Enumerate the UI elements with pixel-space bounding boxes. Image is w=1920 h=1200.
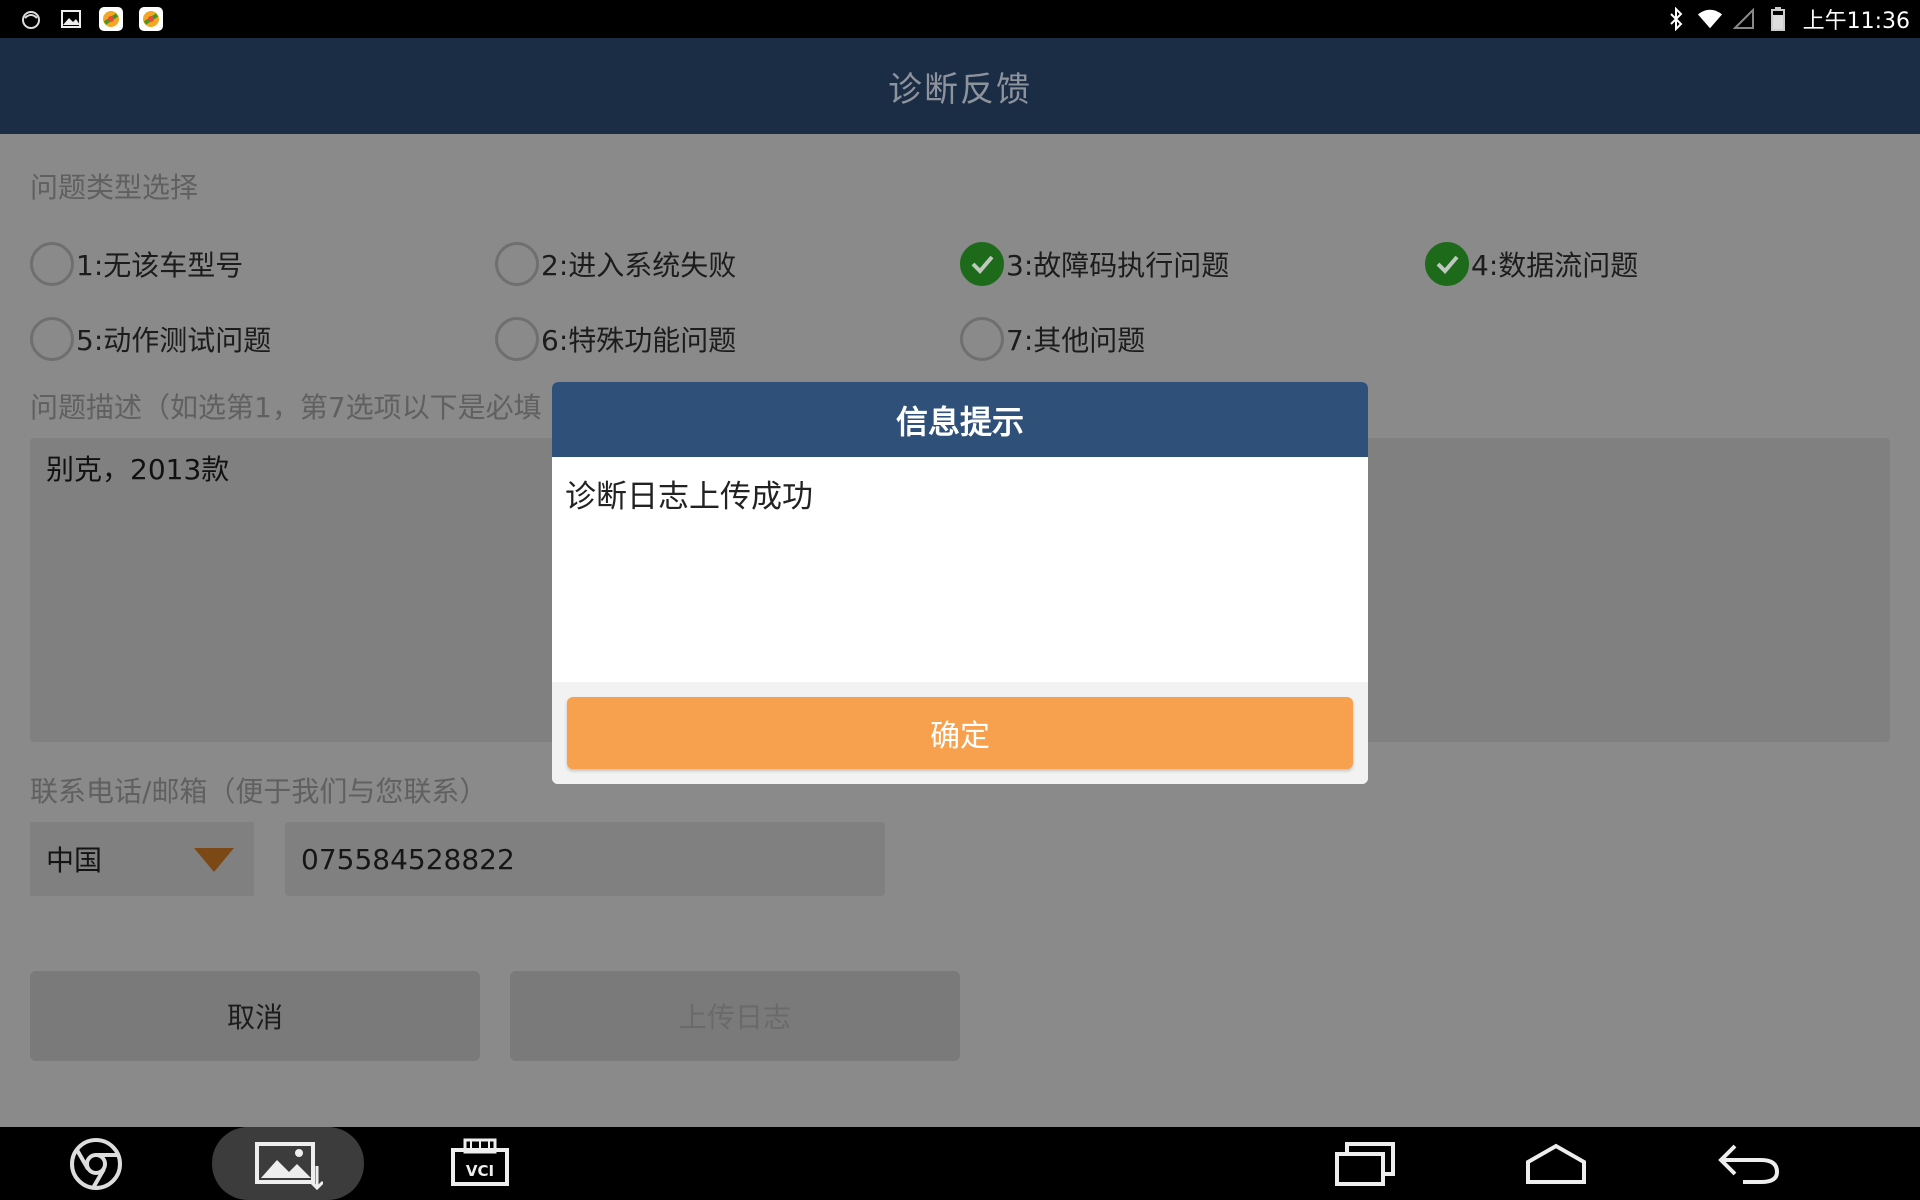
dialog-message: 诊断日志上传成功 [565,479,813,515]
status-bar-right: 上午11:36 [1663,5,1910,34]
option-label: 4:数据流问题 [1471,249,1639,282]
description-value: 别克，2013款 [46,453,230,486]
status-bar-left-icons [18,6,164,32]
country-value: 中国 [46,844,103,877]
option-label: 5:动作测试问题 [76,324,272,357]
vci-label: VCI [466,1162,494,1180]
checkmark-icon[interactable] [960,242,1004,286]
description-label: 问题描述（如选第1，第7选项以下是必填 [30,391,542,424]
option-label: 3:故障码执行问题 [1006,249,1230,282]
option-other[interactable]: 7:其他问题 [960,315,1145,363]
radio-unchecked[interactable] [495,317,539,361]
gallery-icon [58,6,84,32]
notification-icon [18,6,44,32]
option-label: 6:特殊功能问题 [541,324,737,357]
wifi-icon [1697,6,1723,32]
radio-unchecked[interactable] [960,317,1004,361]
phone-input[interactable]: 075584528822 [285,822,885,896]
option-action-test[interactable]: 5:动作测试问题 [30,315,271,363]
vci-icon[interactable]: VCI [446,1127,514,1200]
option-special-function[interactable]: 6:特殊功能问题 [495,315,736,363]
phone-value: 075584528822 [301,842,515,876]
radio-unchecked[interactable] [30,317,74,361]
navigation-bar: VCI [0,1127,1920,1200]
option-data-stream[interactable]: 4:数据流问题 [1425,240,1638,288]
option-system-entry-failed[interactable]: 2:进入系统失败 [495,240,736,288]
upload-log-button[interactable]: 上传日志 [510,971,960,1061]
info-dialog: 信息提示 诊断日志上传成功 确定 [552,382,1368,784]
dialog-footer: 确定 [552,682,1368,784]
status-bar: 上午11:36 [0,0,1920,38]
radio-unchecked[interactable] [495,242,539,286]
recent-apps-icon[interactable] [1330,1127,1400,1200]
problem-type-label: 问题类型选择 [30,171,199,204]
radio-unchecked[interactable] [30,242,74,286]
chrome-icon[interactable] [62,1127,130,1200]
dialog-body: 诊断日志上传成功 [552,457,1368,682]
bluetooth-icon [1663,6,1689,32]
country-select[interactable]: 中国 [30,822,254,896]
page-title: 诊断反馈 [888,69,1032,110]
contact-label: 联系电话/邮箱（便于我们与您联系） [30,775,488,808]
option-no-model[interactable]: 1:无该车型号 [30,240,243,288]
gallery-screenshot-icon[interactable] [250,1127,326,1200]
signal-icon [1731,6,1757,32]
app-icon [98,6,124,32]
battery-icon [1765,6,1791,32]
app-icon [138,6,164,32]
home-icon[interactable] [1520,1127,1592,1200]
option-label: 7:其他问题 [1006,324,1146,357]
option-label: 1:无该车型号 [76,249,244,282]
status-time: 上午11:36 [1802,9,1910,34]
checkmark-icon[interactable] [1425,242,1469,286]
dialog-title: 信息提示 [552,382,1368,457]
dropdown-arrow-icon [194,848,234,872]
back-icon[interactable] [1712,1127,1784,1200]
option-dtc-execution[interactable]: 3:故障码执行问题 [960,240,1229,288]
cancel-button[interactable]: 取消 [30,971,480,1061]
option-label: 2:进入系统失败 [541,249,737,282]
app-header: 诊断反馈 [0,38,1920,134]
confirm-button[interactable]: 确定 [567,697,1353,769]
